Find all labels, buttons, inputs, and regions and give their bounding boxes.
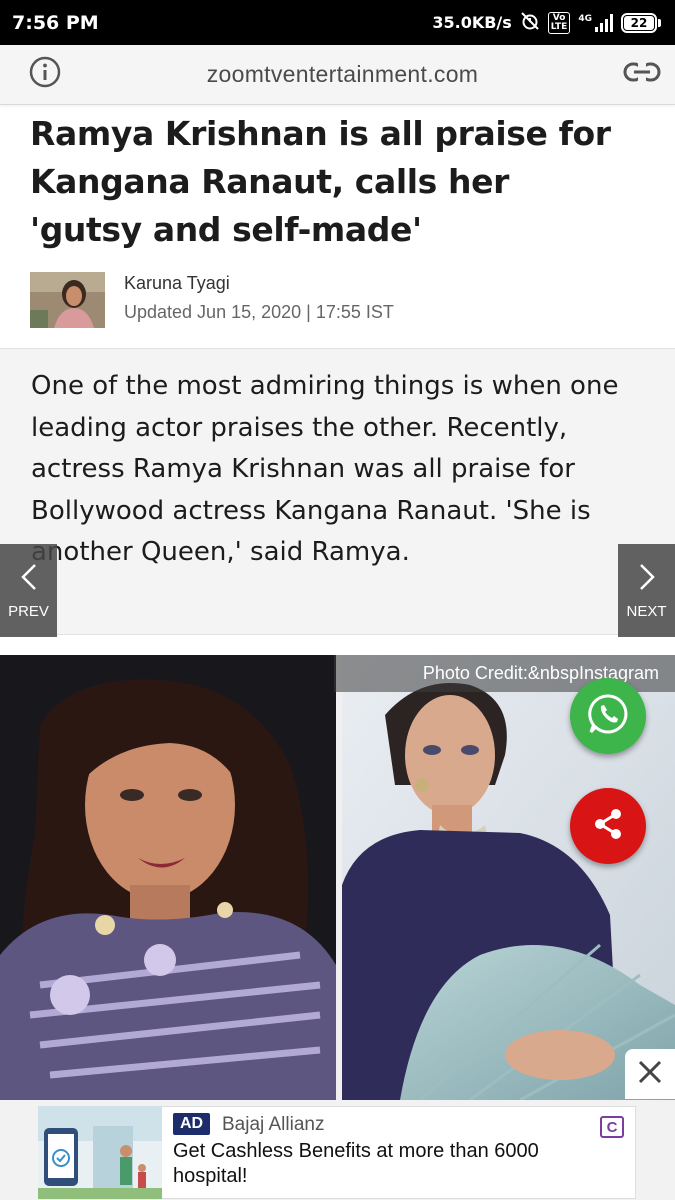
info-icon[interactable] [28, 55, 62, 94]
adchoices-icon[interactable]: C [600, 1116, 624, 1138]
signal-icon: 4G [578, 13, 613, 32]
status-bar: 7:56 PM 35.0KB/s Vo LTE 4G 22 [0, 0, 675, 45]
author-name[interactable]: Karuna Tyagi [124, 273, 230, 294]
article-headline: Ramya Krishnan is all praise for Kangana… [30, 114, 611, 249]
ad-image[interactable] [38, 1106, 162, 1199]
prev-button[interactable]: PREV [0, 544, 57, 637]
volte-icon: Vo LTE [547, 11, 571, 34]
ad-close-button[interactable] [625, 1049, 675, 1099]
close-icon [637, 1059, 663, 1090]
battery-level: 22 [624, 15, 654, 30]
prev-label: PREV [8, 602, 49, 620]
share-icon [590, 806, 626, 847]
chevron-right-icon [636, 562, 658, 597]
status-time: 7:56 PM [12, 11, 99, 34]
url-text[interactable]: zoomtventertainment.com [207, 61, 479, 88]
author-avatar [30, 272, 105, 328]
url-bar[interactable]: zoomtventertainment.com [0, 45, 675, 105]
network-type: 4G [578, 13, 592, 24]
article-intro: One of the most admiring things is when … [31, 371, 619, 567]
whatsapp-share-button[interactable] [570, 678, 646, 754]
ad-headline[interactable]: Get Cashless Benefits at more than 6000 … [173, 1139, 593, 1189]
alarm-off-icon [520, 11, 540, 35]
battery-icon: 22 [621, 12, 661, 33]
updated-timestamp: Updated Jun 15, 2020 | 17:55 IST [124, 302, 394, 322]
next-label: NEXT [626, 602, 667, 620]
chevron-left-icon [18, 562, 40, 597]
next-button[interactable]: NEXT [618, 544, 675, 637]
whatsapp-icon [586, 692, 630, 741]
network-speed: 35.0KB/s [432, 13, 512, 32]
status-icons: 35.0KB/s Vo LTE 4G 22 [432, 11, 661, 35]
link-icon[interactable] [623, 61, 661, 88]
ad-advertiser[interactable]: Bajaj Allianz [222, 1114, 324, 1136]
ad-badge: AD [173, 1113, 211, 1135]
share-button[interactable] [570, 788, 646, 864]
